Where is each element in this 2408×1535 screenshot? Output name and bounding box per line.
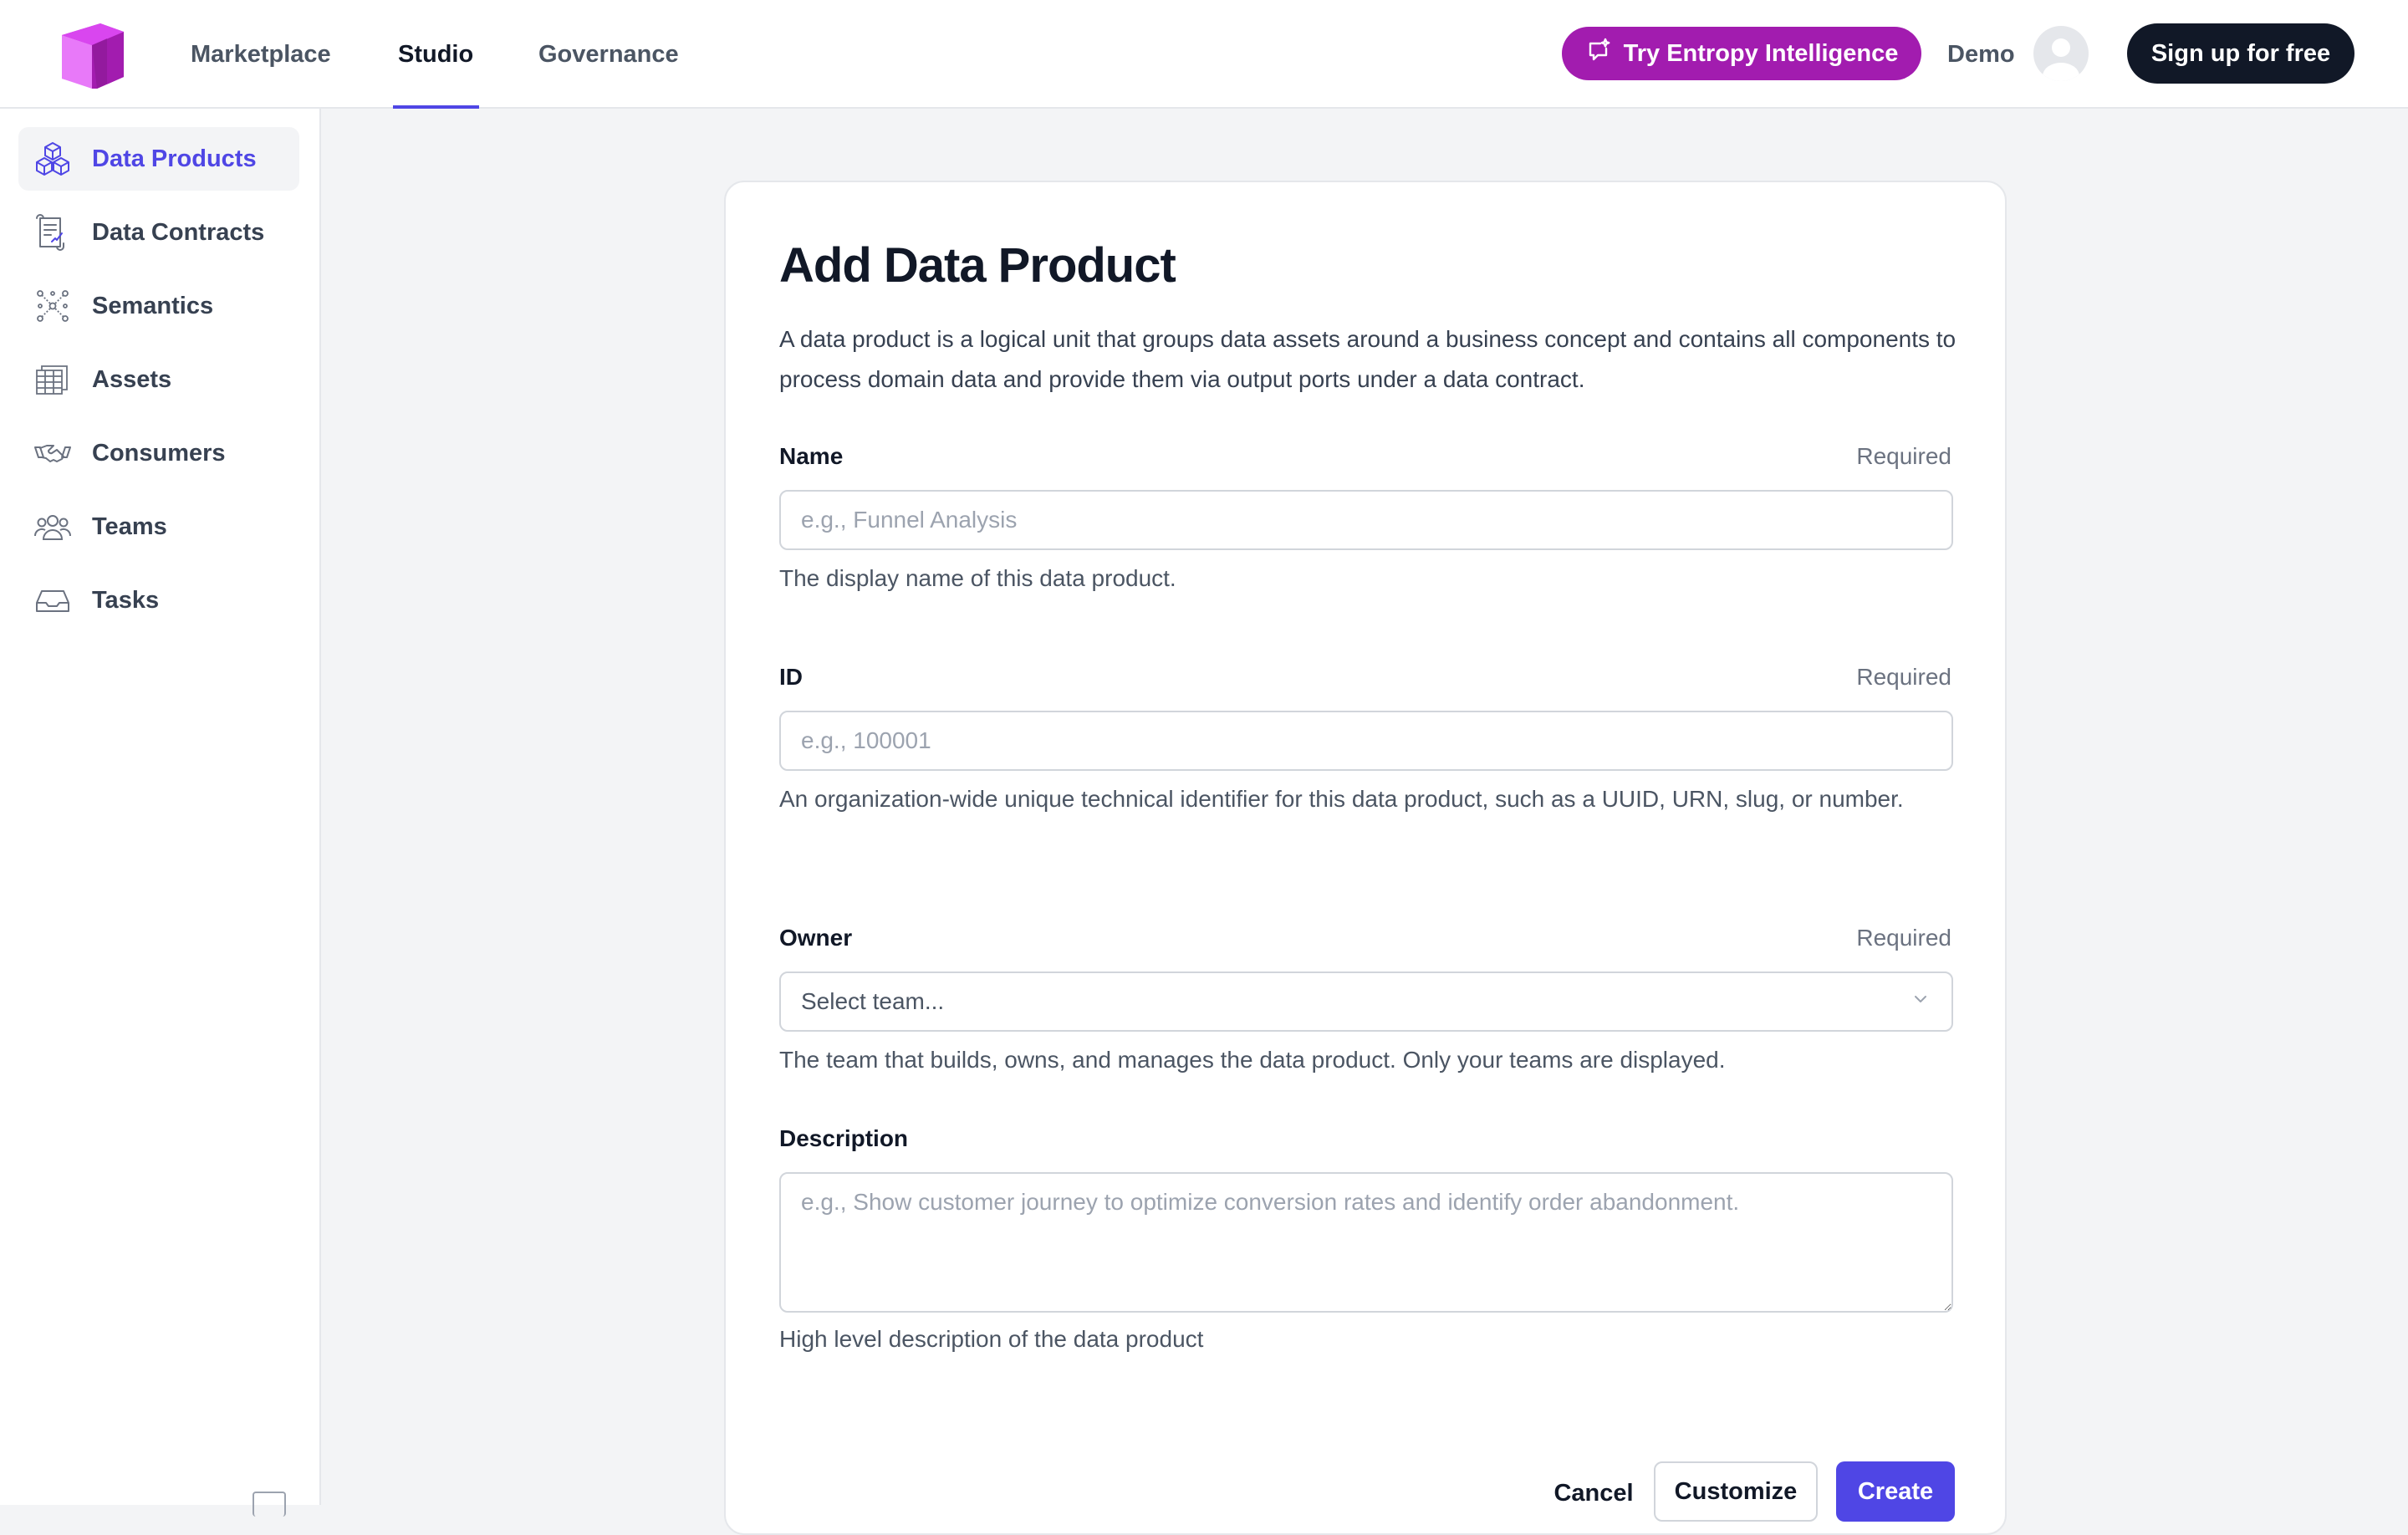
- sidebar-item-tasks[interactable]: Tasks: [18, 569, 299, 632]
- customize-button[interactable]: Customize: [1654, 1461, 1818, 1522]
- sidebar-item-data-contracts[interactable]: Data Contracts: [18, 201, 299, 264]
- sidebar-item-label: Consumers: [92, 439, 226, 467]
- user-avatar-icon: [2043, 38, 2079, 81]
- name-input[interactable]: [779, 490, 1953, 550]
- users-icon: [32, 506, 74, 548]
- sidebar-item-label: Assets: [92, 365, 172, 393]
- chat-sparkle-icon: [1585, 37, 1612, 70]
- sidebar-item-assets[interactable]: Assets: [18, 348, 299, 411]
- contract-icon: [32, 212, 74, 253]
- id-required-hint: Required: [1856, 664, 1951, 690]
- graph-icon: [32, 285, 74, 327]
- top-navigation-bar: Marketplace Studio Governance Try Entrop…: [0, 0, 2408, 109]
- description-label: Description: [779, 1125, 909, 1151]
- collapse-sidebar-icon[interactable]: [253, 1492, 286, 1517]
- sidebar-item-data-products[interactable]: Data Products: [18, 127, 299, 191]
- sidebar-item-label: Tasks: [92, 586, 160, 614]
- id-help-text: An organization-wide unique technical id…: [779, 786, 1904, 812]
- sidebar-item-semantics[interactable]: Semantics: [18, 274, 299, 338]
- inbox-icon: [32, 579, 74, 621]
- nav-tab-governance[interactable]: Governance: [538, 0, 679, 109]
- owner-select-value: Select team...: [801, 988, 945, 1014]
- active-tab-indicator: [393, 105, 479, 109]
- sidebar-item-consumers[interactable]: Consumers: [18, 421, 299, 485]
- page-description: A data product is a logical unit that gr…: [779, 326, 1956, 392]
- sidebar: Data Products Data Contracts Semantics A…: [0, 109, 321, 1517]
- sidebar-item-teams[interactable]: Teams: [18, 495, 299, 558]
- id-label: ID: [779, 664, 803, 690]
- table-icon: [32, 359, 74, 400]
- try-ai-button[interactable]: Try Entropy Intelligence: [1562, 27, 1921, 80]
- signup-button[interactable]: Sign up for free: [2127, 23, 2354, 84]
- page-title: Add Data Product: [779, 238, 1176, 293]
- chevron-down-icon: [1910, 988, 1931, 1016]
- nav-tab-studio[interactable]: Studio: [398, 0, 473, 109]
- handshake-icon: [32, 432, 74, 474]
- sidebar-item-label: Teams: [92, 513, 167, 540]
- logo-icon: [62, 23, 124, 89]
- try-ai-label: Try Entropy Intelligence: [1623, 39, 1899, 67]
- add-data-product-card: Add Data Product A data product is a log…: [724, 181, 2007, 1535]
- name-label: Name: [779, 443, 844, 469]
- owner-help-text: The team that builds, owns, and manages …: [779, 1047, 1726, 1073]
- avatar[interactable]: [2033, 26, 2089, 81]
- description-help-text: High level description of the data produ…: [779, 1326, 1204, 1352]
- owner-select[interactable]: Select team...: [779, 971, 1953, 1032]
- cancel-button[interactable]: Cancel: [1543, 1463, 1644, 1523]
- sidebar-item-label: Semantics: [92, 292, 214, 319]
- sidebar-item-label: Data Contracts: [92, 218, 265, 246]
- create-button[interactable]: Create: [1836, 1461, 1955, 1522]
- nav-tab-marketplace[interactable]: Marketplace: [191, 0, 331, 109]
- sidebar-item-label: Data Products: [92, 145, 257, 172]
- name-required-hint: Required: [1856, 443, 1951, 469]
- description-textarea[interactable]: [779, 1172, 1953, 1313]
- id-input[interactable]: [779, 711, 1953, 771]
- user-name: Demo: [1947, 41, 2015, 68]
- name-help-text: The display name of this data product.: [779, 565, 1176, 591]
- app-logo[interactable]: [59, 17, 127, 92]
- owner-label: Owner: [779, 925, 853, 951]
- cubes-icon: [32, 138, 74, 180]
- owner-required-hint: Required: [1856, 925, 1951, 951]
